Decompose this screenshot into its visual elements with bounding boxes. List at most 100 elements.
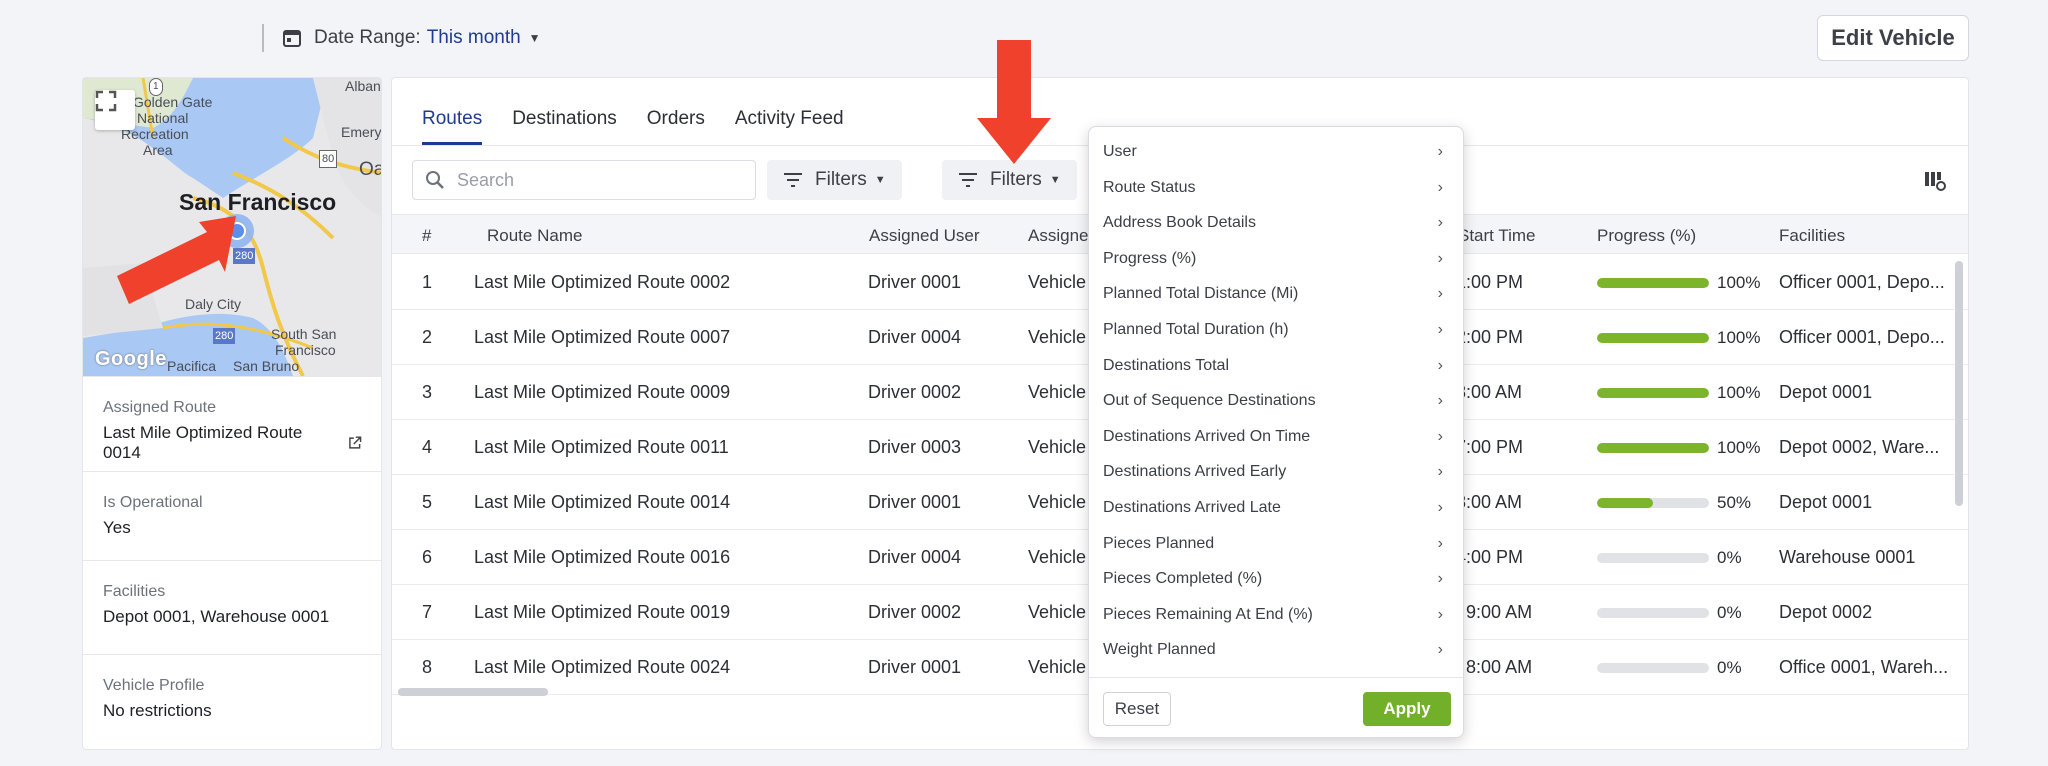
filter-option-label: Pieces Planned xyxy=(1103,534,1215,552)
filters-button-label: Filters xyxy=(990,169,1042,190)
filters-button[interactable]: Filters ▼ xyxy=(767,160,902,200)
filter-option[interactable]: Address Book Details › xyxy=(1103,214,1443,232)
google-logo: Google xyxy=(95,348,167,370)
filter-option[interactable]: Destinations Arrived On Time › xyxy=(1103,428,1443,446)
row-number-cell: 2 xyxy=(422,327,433,347)
edit-vehicle-button[interactable]: Edit Vehicle xyxy=(1817,15,1969,61)
filter-option[interactable]: Progress (%) › xyxy=(1103,250,1443,268)
filter-option[interactable]: Pieces Remaining At End (%) › xyxy=(1103,606,1443,624)
highway-shield: 1 xyxy=(149,78,163,96)
filter-icon xyxy=(784,173,802,187)
filter-option[interactable]: Planned Total Distance (Mi) › xyxy=(1103,285,1443,303)
progress-percent: 100% xyxy=(1717,328,1761,347)
progress-bar xyxy=(1597,388,1709,398)
map-label: Francisco xyxy=(275,342,336,358)
column-header-route-name[interactable]: Route Name xyxy=(487,226,582,246)
tab-destinations[interactable]: Destinations xyxy=(512,108,617,145)
filter-option-label: Destinations Total xyxy=(1103,356,1229,374)
vertical-scrollbar[interactable] xyxy=(1955,261,1963,506)
filter-option[interactable]: Planned Total Duration (h) › xyxy=(1103,321,1443,339)
chevron-right-icon: › xyxy=(1437,249,1443,267)
filter-option[interactable]: Weight Planned › xyxy=(1103,641,1443,659)
field-label: Facilities xyxy=(103,583,166,600)
route-name-cell[interactable]: Last Mile Optimized Route 0009 xyxy=(474,382,730,403)
assigned-user-cell: Driver 0004 xyxy=(868,547,962,567)
progress-bar-fill xyxy=(1597,278,1709,288)
assigned-vehicle-cell: Vehicle xyxy=(1028,657,1087,677)
filter-option[interactable]: Route Status › xyxy=(1103,179,1443,197)
filter-option[interactable]: Destinations Arrived Late › xyxy=(1103,499,1443,517)
route-name-cell[interactable]: Last Mile Optimized Route 0014 xyxy=(474,492,730,513)
route-name-cell[interactable]: Last Mile Optimized Route 0007 xyxy=(474,327,730,348)
row-number-cell: 4 xyxy=(422,437,433,457)
chevron-right-icon: › xyxy=(1437,570,1443,588)
date-range-label: Date Range: xyxy=(314,27,421,48)
row-number-cell: 1 xyxy=(422,272,433,292)
filter-option-label: Planned Total Duration (h) xyxy=(1103,321,1289,338)
column-settings-icon[interactable] xyxy=(1924,170,1946,192)
filter-option[interactable]: User › xyxy=(1103,143,1443,161)
search-box[interactable] xyxy=(412,160,756,200)
field-label: Vehicle Profile xyxy=(103,677,205,694)
chevron-right-icon: › xyxy=(1437,356,1443,374)
assigned-route-value[interactable]: Last Mile Optimized Route 0014 xyxy=(103,423,337,463)
row-number-cell: 8 xyxy=(422,657,433,677)
route-name-cell[interactable]: Last Mile Optimized Route 0024 xyxy=(474,657,730,678)
date-range-value[interactable]: This month xyxy=(427,27,521,49)
column-header-start-time[interactable]: Start Time xyxy=(1458,226,1535,246)
vehicle-details-card: Golden Gate National Recreation Area San… xyxy=(82,77,382,750)
column-header-facilities[interactable]: Facilities xyxy=(1779,226,1845,246)
row-number-cell: 5 xyxy=(422,492,433,512)
filter-option[interactable]: Destinations Arrived Early › xyxy=(1103,463,1443,481)
tab-activity-feed[interactable]: Activity Feed xyxy=(735,108,844,145)
chevron-right-icon: › xyxy=(1437,605,1443,623)
filter-option-label: Out of Sequence Destinations xyxy=(1103,392,1316,410)
filter-option-label: Pieces Completed (%) xyxy=(1103,570,1263,588)
column-header-number[interactable]: # xyxy=(422,226,431,246)
assigned-vehicle-cell: Vehicle xyxy=(1028,382,1087,402)
column-header-assigned-vehicle[interactable]: Assigne xyxy=(1028,226,1088,246)
filter-options-list[interactable]: User › Route Status › Address Book Details › P… xyxy=(1089,127,1463,677)
progress-bar-fill xyxy=(1597,333,1709,343)
map-label: Area xyxy=(143,142,173,158)
tab-routes[interactable]: Routes xyxy=(422,108,483,145)
chevron-right-icon: › xyxy=(1437,143,1443,160)
route-name-cell[interactable]: Last Mile Optimized Route 0019 xyxy=(474,602,730,623)
chevron-right-icon: › xyxy=(1437,499,1443,516)
filter-option[interactable]: Pieces Completed (%) › xyxy=(1103,570,1443,588)
progress-bar xyxy=(1597,278,1709,288)
search-input[interactable] xyxy=(457,169,737,191)
route-map[interactable]: Golden Gate National Recreation Area San… xyxy=(83,78,381,376)
assigned-user-cell: Driver 0001 xyxy=(868,492,962,512)
route-name-cell[interactable]: Last Mile Optimized Route 0002 xyxy=(474,272,730,293)
facilities-cell: Depot 0001 xyxy=(1779,382,1873,402)
assigned-vehicle-cell: Vehicle xyxy=(1028,272,1087,292)
progress-cell: 0% xyxy=(1597,548,1742,568)
filter-option[interactable]: Out of Sequence Destinations › xyxy=(1103,392,1443,410)
date-range-selector[interactable]: Date Range: This month ▼ xyxy=(282,24,541,52)
progress-cell: 100% xyxy=(1597,438,1760,458)
reset-button[interactable]: Reset xyxy=(1103,692,1171,726)
chevron-right-icon: › xyxy=(1437,427,1443,445)
filter-option[interactable]: Destinations Total › xyxy=(1103,357,1443,375)
map-label: Albany xyxy=(345,78,381,94)
external-link-icon[interactable] xyxy=(347,435,363,451)
column-header-progress[interactable]: Progress (%) xyxy=(1597,226,1696,246)
route-name-cell[interactable]: Last Mile Optimized Route 0011 xyxy=(474,437,729,458)
field-value: Last Mile Optimized Route 0014 xyxy=(103,423,363,463)
column-filters-button[interactable]: Filters ▼ xyxy=(942,160,1077,200)
apply-button[interactable]: Apply xyxy=(1363,692,1451,726)
chevron-right-icon: › xyxy=(1437,534,1443,552)
calendar-icon xyxy=(283,30,301,47)
column-header-assigned-user[interactable]: Assigned User xyxy=(869,226,980,246)
filters-dropdown-footer: Reset Apply xyxy=(1089,677,1463,737)
progress-cell: 100% xyxy=(1597,383,1760,403)
horizontal-scrollbar[interactable] xyxy=(398,688,548,696)
facilities-cell: Depot 0001 xyxy=(1779,492,1873,512)
tab-orders[interactable]: Orders xyxy=(647,108,705,145)
progress-percent: 0% xyxy=(1717,548,1742,567)
fullscreen-button[interactable] xyxy=(95,90,135,130)
filter-option[interactable]: Pieces Planned › xyxy=(1103,535,1443,553)
is-operational-field: Is Operational Yes xyxy=(83,471,381,560)
route-name-cell[interactable]: Last Mile Optimized Route 0016 xyxy=(474,547,730,568)
